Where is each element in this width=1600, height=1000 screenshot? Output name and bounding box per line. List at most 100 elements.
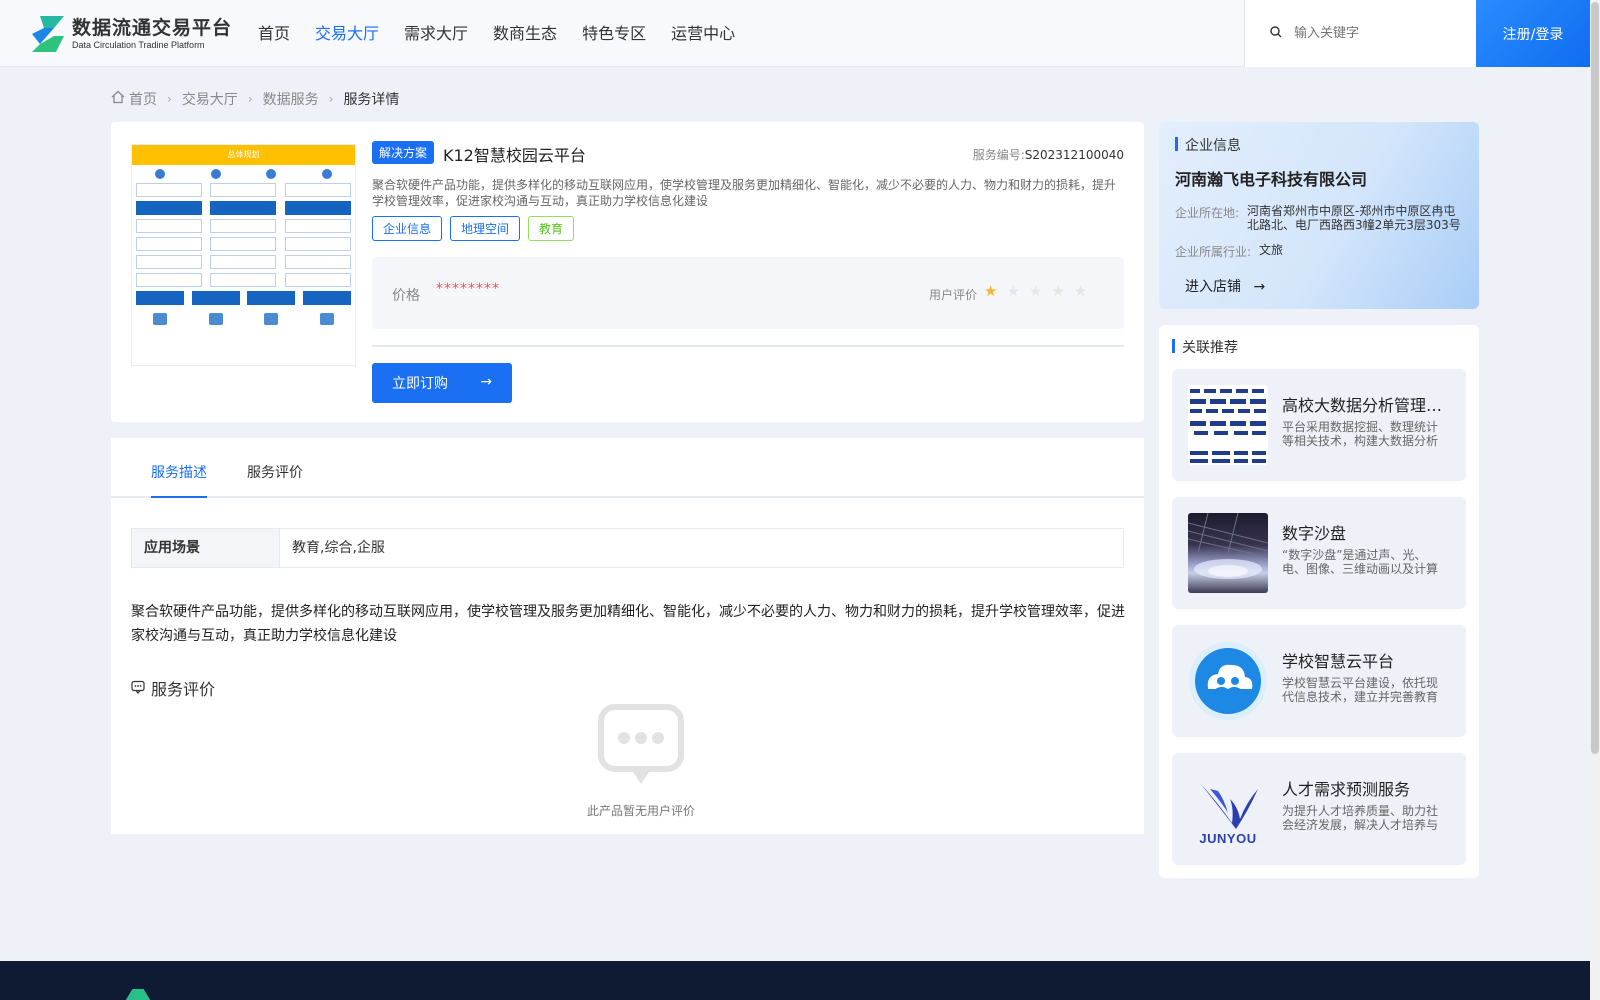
arrow-right-icon: →: [480, 374, 492, 390]
comment-icon: [131, 679, 145, 698]
order-now-label: 立即订购: [392, 376, 448, 392]
home-icon[interactable]: [111, 90, 125, 108]
tab-service-reviews[interactable]: 服务评价: [247, 462, 303, 482]
recommend-desc: 学校智慧云平台建设，依托现代信息技术，建立并完善教育管理体系: [1282, 676, 1439, 704]
recommend-item[interactable]: 学校智慧云平台 学校智慧云平台建设，依托现代信息技术，建立并完善教育管理体系: [1172, 625, 1466, 737]
company-name: 河南瀚飞电子科技有限公司: [1175, 170, 1368, 189]
recommend-thumbnail: [1188, 385, 1268, 465]
empty-review: 此产品暂无用户评价: [571, 704, 711, 819]
logo-icon: [30, 14, 66, 54]
breadcrumb-trading-hall[interactable]: 交易大厅: [182, 89, 238, 109]
breadcrumb-data-service[interactable]: 数据服务: [263, 89, 319, 109]
price-label: 价格: [392, 288, 420, 304]
recommend-item[interactable]: 高校大数据分析管理平台 平台采用数据挖掘、数理统计等相关技术，构建大数据分析框架: [1172, 369, 1466, 481]
star-icon: ★: [1073, 282, 1088, 300]
review-heading: 服务评价: [131, 676, 215, 700]
junyou-logo-text: JUNYOU: [1199, 831, 1257, 846]
breadcrumb: 首页 › 交易大厅 › 数据服务 › 服务详情: [111, 89, 399, 109]
recommend-title: 数字沙盘: [1282, 524, 1347, 543]
detail-card: 服务描述 服务评价 应用场景 教育,综合,企服 聚合软硬件产品功能，提供多样化的…: [111, 438, 1144, 834]
breadcrumb-home[interactable]: 首页: [129, 89, 157, 109]
nav-demand-hall[interactable]: 需求大厅: [404, 22, 468, 46]
nav-special-zone[interactable]: 特色专区: [582, 22, 646, 46]
service-number: 服务编号:S202312100040: [973, 146, 1124, 163]
breadcrumb-current: 服务详情: [343, 92, 400, 108]
star-icon: ★: [1006, 282, 1020, 300]
empty-review-text: 此产品暂无用户评价: [586, 804, 695, 818]
product-title: K12智慧校园云平台: [443, 146, 586, 165]
recommend-card: 关联推荐 高校大数据分析管理平台 平台采用数据挖掘、数理统计等相关技术，构建大数…: [1159, 325, 1479, 878]
nav-trading-hall[interactable]: 交易大厅: [315, 22, 379, 46]
recommend-thumbnail: [1188, 641, 1268, 721]
page-footer: [0, 961, 1590, 1000]
industry-value: 文旅: [1259, 243, 1284, 257]
search-icon[interactable]: [1270, 25, 1282, 42]
footer-logo-icon: [124, 989, 152, 1000]
chevron-right-icon: ›: [167, 92, 172, 106]
tag-geo-space[interactable]: 地理空间: [450, 216, 521, 241]
detail-tabs: 服务描述 服务评价: [111, 438, 1144, 498]
rating-label: 用户评价: [929, 288, 978, 302]
price-value: ********: [436, 281, 500, 297]
scrollbar-thumb[interactable]: [1591, 2, 1599, 754]
solution-badge: 解决方案: [372, 141, 435, 164]
recommend-desc: 为提升人才培养质量、助力社会经济发展，解决人才培养与需求: [1282, 804, 1439, 832]
search-input[interactable]: [1294, 26, 1454, 41]
platform-logo[interactable]: 数据流通交易平台 Data Circulation Tradine Platfo…: [30, 14, 232, 54]
main-nav: 首页 交易大厅 需求大厅 数商生态 特色专区 运营中心: [258, 22, 760, 46]
tag-education[interactable]: 教育: [528, 216, 575, 241]
logo-subtitle: Data Circulation Tradine Platform: [72, 40, 205, 50]
star-icon: ★: [1028, 282, 1043, 300]
divider: [372, 345, 1124, 347]
logo-title: 数据流通交易平台: [72, 17, 233, 39]
location-value: 河南省郑州市中原区-郑州市中原区冉屯北路北、电厂西路西3幢2单元3层303号: [1247, 204, 1461, 232]
empty-comment-icon: [598, 704, 684, 794]
tab-service-description[interactable]: 服务描述: [151, 462, 207, 482]
company-section-title: 企业信息: [1175, 135, 1241, 155]
recommend-desc: 平台采用数据挖掘、数理统计等相关技术，构建大数据分析框架: [1282, 420, 1439, 448]
nav-home[interactable]: 首页: [258, 22, 290, 46]
enter-shop-link[interactable]: 进入店铺 →: [1185, 276, 1265, 296]
product-image: 总体规划: [131, 144, 356, 366]
top-header: 数据流通交易平台 Data Circulation Tradine Platfo…: [0, 0, 1590, 67]
recommend-item[interactable]: JUNYOU 人才需求预测服务 为提升人才培养质量、助力社会经济发展，解决人才培…: [1172, 753, 1466, 865]
nav-operation-center[interactable]: 运营中心: [671, 22, 735, 46]
scene-table: 应用场景 教育,综合,企服: [131, 528, 1124, 568]
recommend-section-title: 关联推荐: [1172, 337, 1238, 357]
product-tags: 企业信息 地理空间 教育: [372, 216, 582, 241]
scene-label: 应用场景: [132, 529, 280, 567]
star-icon: ★: [984, 282, 998, 300]
arrow-right-icon: →: [1253, 279, 1266, 295]
review-heading-text: 服务评价: [151, 680, 216, 699]
nav-ecosystem[interactable]: 数商生态: [493, 22, 557, 46]
industry-label: 企业所属行业:: [1175, 245, 1252, 259]
tag-enterprise-info[interactable]: 企业信息: [372, 216, 443, 241]
scene-value: 教育,综合,企服: [292, 540, 385, 556]
enter-shop-label: 进入店铺: [1185, 279, 1241, 295]
product-image-title: 总体规划: [132, 145, 355, 165]
chevron-right-icon: ›: [328, 92, 334, 106]
register-login-button[interactable]: 注册/登录: [1476, 0, 1590, 67]
page-scrollbar[interactable]: [1590, 0, 1600, 1000]
service-number-value: S202312100040: [1024, 148, 1124, 162]
service-number-label: 服务编号:: [972, 148, 1025, 162]
recommend-thumbnail: JUNYOU: [1188, 769, 1268, 849]
recommend-title: 人才需求预测服务: [1282, 780, 1411, 799]
recommend-thumbnail: [1188, 513, 1268, 593]
search-box: [1244, 0, 1476, 67]
service-description: 聚合软硬件产品功能，提供多样化的移动互联网应用，使学校管理及服务更加精细化、智能…: [131, 604, 1125, 644]
location-label: 企业所在地:: [1175, 206, 1240, 220]
price-box: 价格 ******** 用户评价 ★ ★ ★ ★ ★: [372, 257, 1124, 329]
product-card: 总体规划 解决方案 K12智慧校园云平台 服务编号:S202312100040 …: [111, 122, 1144, 422]
recommend-title: 学校智慧云平台: [1282, 652, 1395, 671]
chevron-right-icon: ›: [247, 92, 253, 106]
order-now-button[interactable]: 立即订购 →: [372, 363, 512, 403]
company-card: 企业信息 河南瀚飞电子科技有限公司 企业所在地: 河南省郑州市中原区-郑州市中原…: [1159, 122, 1479, 309]
active-tab-indicator: [151, 496, 207, 498]
star-icon: ★: [1051, 282, 1065, 300]
product-description: 聚合软硬件产品功能，提供多样化的移动互联网应用，使学校管理及服务更加精细化、智能…: [372, 178, 1117, 208]
rating-stars: ★ ★ ★ ★ ★: [984, 282, 1096, 300]
recommend-desc: “数字沙盘”是通过声、光、电、图像、三维动画以及计算机程控技术: [1282, 548, 1439, 576]
recommend-item[interactable]: 数字沙盘 “数字沙盘”是通过声、光、电、图像、三维动画以及计算机程控技术: [1172, 497, 1466, 609]
recommend-title: 高校大数据分析管理平台: [1282, 396, 1452, 415]
